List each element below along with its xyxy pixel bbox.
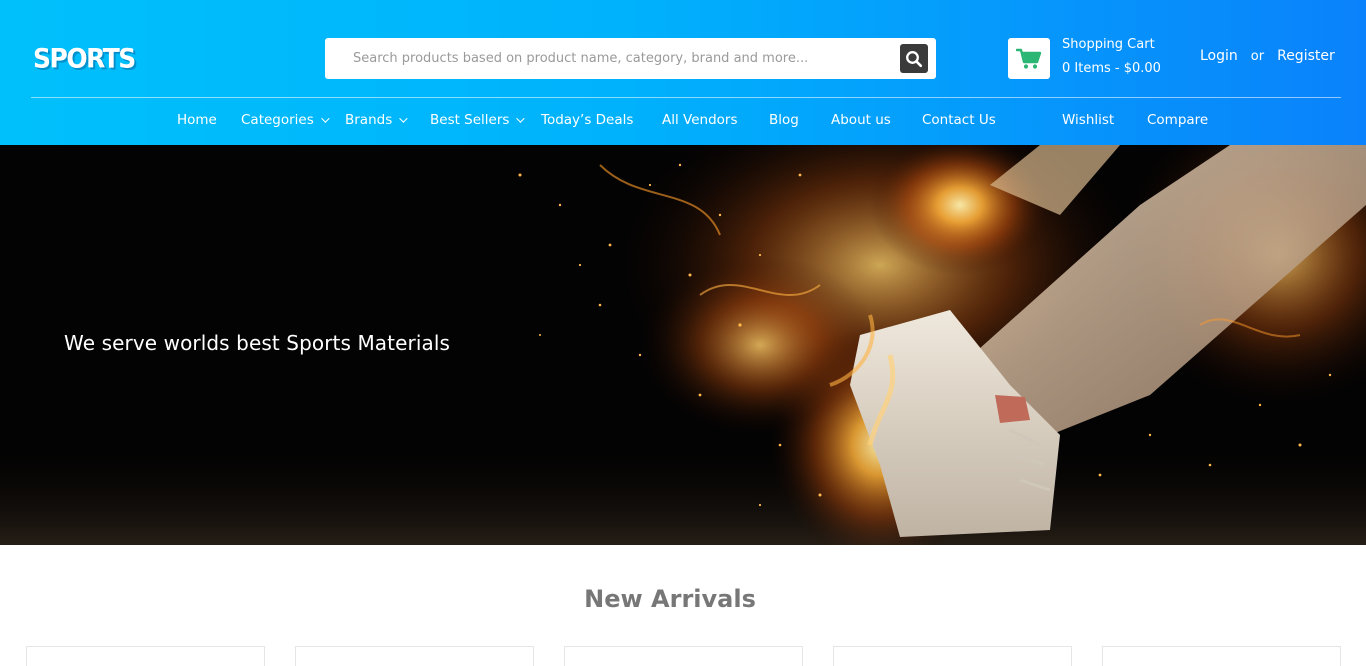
nav-wishlist[interactable]: Wishlist [1062,112,1114,128]
nav-about-us[interactable]: About us [831,112,891,128]
chevron-down-icon [516,114,526,123]
site-header: SPORTS Shopping Cart 0 Items - $0.00 Log… [0,0,1366,145]
nav-best-sellers[interactable]: Best Sellers [430,112,526,128]
nav-label: Best Sellers [430,112,510,128]
nav-todays-deals[interactable]: Today’s Deals [541,112,633,128]
register-link[interactable]: Register [1277,48,1335,64]
auth-links: Login or Register [1200,48,1335,64]
site-logo[interactable]: SPORTS [33,43,136,73]
nav-label: Today’s Deals [541,112,634,128]
hero-tagline: We serve worlds best Sports Materials [64,331,451,355]
nav-label: Compare [1147,112,1209,128]
product-card[interactable] [833,646,1072,666]
cart-title[interactable]: Shopping Cart [1062,37,1155,52]
nav-categories[interactable]: Categories [241,112,330,128]
new-arrivals-title: New Arrivals [584,585,756,613]
nav-label: Categories [241,112,314,128]
chevron-down-icon [399,114,408,123]
nav-compare[interactable]: Compare [1147,112,1208,128]
nav-contact-us[interactable]: Contact Us [922,112,996,128]
nav-label: Brands [345,112,393,128]
or-separator: or [1250,48,1265,64]
product-card[interactable] [26,646,265,666]
login-link[interactable]: Login [1200,48,1238,64]
nav-all-vendors[interactable]: All Vendors [662,112,738,128]
product-card[interactable] [295,646,534,666]
nav-brands[interactable]: Brands [345,112,408,128]
nav-label: Blog [769,112,799,128]
cart-summary[interactable]: 0 Items - $0.00 [1062,61,1161,76]
search-input[interactable] [353,38,893,79]
product-card[interactable] [564,646,803,666]
nav-blog[interactable]: Blog [769,112,799,128]
search-button[interactable] [900,44,928,73]
search-box [325,38,936,79]
nav-label: About us [831,112,891,128]
product-card[interactable] [1102,646,1341,666]
nav-label: Home [177,112,217,128]
nav-label: All Vendors [662,112,738,128]
header-divider [31,97,1341,98]
search-icon [906,50,923,67]
chevron-down-icon [320,114,330,123]
cart-icon [1016,48,1042,69]
nav-label: Wishlist [1062,112,1115,128]
nav-home[interactable]: Home [177,112,217,128]
hero-banner: We serve worlds best Sports Materials [0,145,1366,545]
nav-label: Contact Us [922,112,996,128]
cart-button[interactable] [1008,38,1050,79]
